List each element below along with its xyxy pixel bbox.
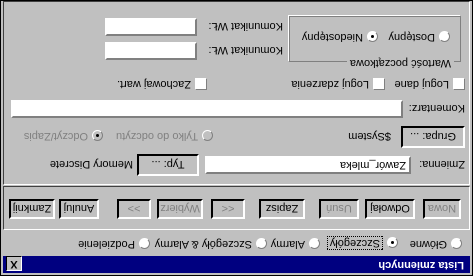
- action-button-bar: Nowa Odwołaj Usuń Zapisz << Wybierz >> A…: [3, 186, 470, 230]
- tab-details[interactable]: Szczegóły: [326, 236, 398, 250]
- select-button[interactable]: Wybierz: [157, 199, 203, 219]
- off-message-label: Komunikat WŁ:: [208, 20, 283, 32]
- radio-checked-icon: [367, 31, 378, 43]
- window-title: Lista zmiennych: [378, 259, 464, 271]
- off-message-input[interactable]: [105, 18, 197, 36]
- close-button[interactable]: X: [6, 256, 22, 271]
- checkbox-icon: [453, 78, 465, 90]
- tab-split-label: Podzielenie: [78, 238, 135, 250]
- log-events-label: Loguj zdarzenia: [291, 78, 369, 90]
- initial-value-title: Wartość początkowa: [346, 57, 454, 69]
- variable-name-input[interactable]: Zawór_mleka: [205, 156, 411, 174]
- initial-value-group: Wartość początkowa Dostępny Niedostępny: [289, 16, 461, 69]
- cancel-button[interactable]: Anuluj: [59, 199, 99, 219]
- radio-icon: [139, 238, 150, 250]
- radio-icon: [451, 238, 462, 250]
- comment-label: Komentarz:: [408, 102, 465, 114]
- save-value-label: Zachowaj wart.: [117, 78, 191, 90]
- read-only-label: Tylko do odczytu: [116, 130, 198, 142]
- initial-off-radio[interactable]: Niedostępny: [302, 31, 378, 43]
- radio-icon: [202, 130, 213, 142]
- log-events-checkbox[interactable]: Loguj zdarzenia: [291, 78, 385, 90]
- tab-details-label: Szczegóły: [326, 236, 383, 250]
- checkbox-icon: [195, 78, 207, 90]
- read-write-label: Odczyt/Zapis: [23, 130, 88, 142]
- group-button[interactable]: Grupa: ...: [401, 126, 465, 148]
- radio-checked-icon: [387, 237, 398, 249]
- checkbox-icon: [373, 78, 385, 90]
- comment-input[interactable]: [11, 100, 403, 118]
- details-panel: Zmienna: Zawór_mleka Typ: ... Memory Dis…: [3, 1, 470, 185]
- tab-main-label: Główne: [409, 238, 447, 250]
- radio-icon: [309, 238, 320, 250]
- variable-label: Zmienna:: [419, 158, 465, 170]
- tab-split[interactable]: Podzielenie: [78, 238, 150, 250]
- tab-main[interactable]: Główne: [410, 238, 462, 250]
- tab-alarms[interactable]: Alarmy: [271, 238, 320, 250]
- tab-details-alarms-label: Szczegóły & Alarmy: [154, 238, 252, 250]
- save-button[interactable]: Zapisz: [259, 199, 305, 219]
- save-value-checkbox[interactable]: Zachowaj wart.: [117, 78, 207, 90]
- next-button[interactable]: >>: [117, 199, 151, 219]
- tab-details-alarms[interactable]: Szczegóły & Alarmy: [155, 238, 267, 250]
- log-data-label: Loguj dane: [394, 78, 449, 90]
- view-tabs: Główne Szczegóły Alarmy Szczegóły & Alar…: [5, 233, 470, 253]
- revert-button[interactable]: Odwołaj: [365, 199, 415, 219]
- on-message-label: Komunikat WŁ:: [208, 44, 283, 56]
- read-write-radio[interactable]: Odczyt/Zapis: [24, 130, 103, 142]
- radio-checked-icon: [92, 130, 103, 142]
- group-value: $System: [348, 130, 391, 142]
- type-value: Memory Discrete: [49, 158, 133, 170]
- new-button[interactable]: Nowa: [423, 199, 461, 219]
- tab-alarms-label: Alarmy: [270, 238, 305, 250]
- close-dialog-button[interactable]: Zamknij: [9, 199, 55, 219]
- radio-icon: [439, 31, 450, 43]
- type-button[interactable]: Typ: ...: [137, 154, 199, 176]
- on-message-input[interactable]: [105, 42, 197, 60]
- log-data-checkbox[interactable]: Loguj dane: [395, 78, 465, 90]
- initial-on-radio[interactable]: Dostępny: [389, 31, 450, 43]
- initial-off-label: Niedostępny: [301, 31, 363, 43]
- variables-window: Lista zmiennych X Główne Szczegóły Alarm…: [0, 0, 473, 276]
- radio-icon: [256, 238, 267, 250]
- previous-button[interactable]: <<: [211, 199, 245, 219]
- title-bar: Lista zmiennych X: [3, 256, 470, 273]
- delete-button[interactable]: Usuń: [319, 199, 359, 219]
- initial-on-label: Dostępny: [388, 31, 435, 43]
- read-only-radio[interactable]: Tylko do odczytu: [116, 130, 213, 142]
